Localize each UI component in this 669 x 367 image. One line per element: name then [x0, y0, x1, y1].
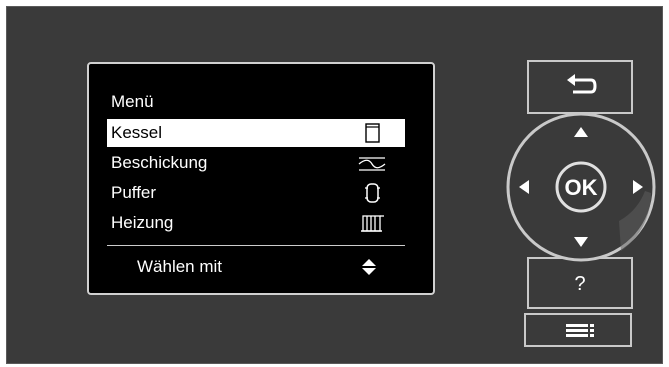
direction-pad: OK [506, 112, 656, 262]
device-panel: Menü Kessel Beschickung Puffer Heizung W… [6, 6, 663, 364]
menu-divider [107, 245, 405, 246]
menu-item-puffer[interactable]: Puffer [107, 179, 405, 207]
help-button[interactable]: ? [527, 257, 633, 309]
menu-button[interactable] [524, 313, 632, 347]
menu-item-label: Beschickung [111, 153, 208, 172]
menu-title: Menü [111, 92, 154, 111]
menu-item-kessel[interactable]: Kessel [107, 119, 405, 147]
menu-item-beschickung[interactable]: Beschickung [107, 149, 405, 177]
buffer-tank-icon [365, 183, 380, 203]
up-down-arrows-icon [362, 259, 376, 275]
menu-list-icon [566, 324, 594, 337]
back-arrow-icon [567, 74, 597, 94]
feed-icon [358, 157, 386, 171]
ok-label: OK [565, 175, 598, 200]
menu-item-label: Kessel [111, 123, 163, 142]
boiler-icon [365, 123, 380, 143]
radiator-icon [361, 215, 384, 232]
menu-item-heizung[interactable]: Heizung [107, 209, 405, 237]
hint-text: Wählen mit [137, 257, 223, 276]
menu-item-label: Heizung [111, 213, 174, 232]
help-label: ? [574, 273, 586, 295]
back-button[interactable] [527, 60, 633, 114]
menu-item-label: Puffer [111, 183, 157, 202]
display-screen: Menü Kessel Beschickung Puffer Heizung W… [87, 62, 435, 295]
